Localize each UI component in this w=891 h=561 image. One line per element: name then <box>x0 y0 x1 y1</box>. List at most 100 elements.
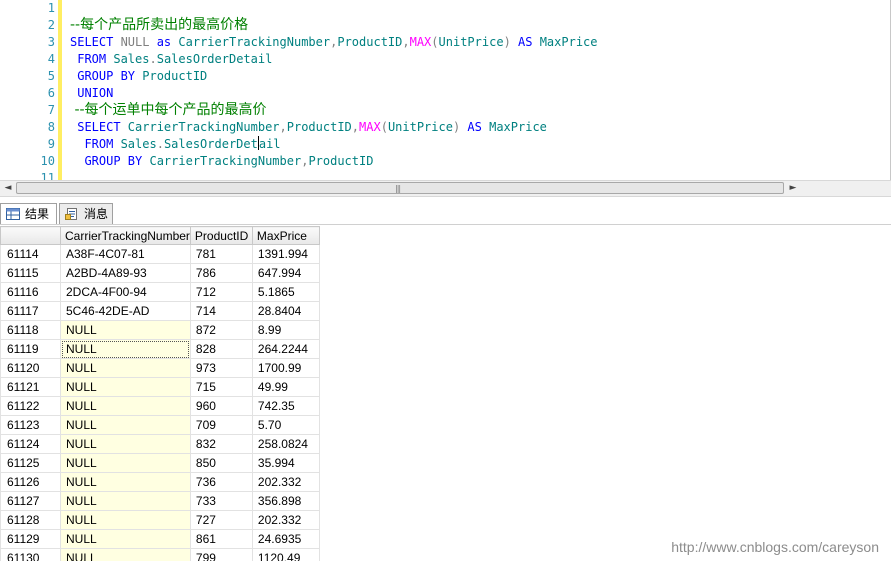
table-row[interactable]: 61124 NULL 832 258.0824 <box>0 434 320 454</box>
product-id-cell[interactable]: 973 <box>189 358 253 378</box>
table-row[interactable]: 61119 NULL 828 264.2244 <box>0 339 320 359</box>
row-number-cell[interactable]: 61118 <box>0 320 61 340</box>
max-price-cell[interactable]: 742.35 <box>251 396 320 416</box>
table-row[interactable]: 61129 NULL 861 24.6935 <box>0 529 320 549</box>
row-number-cell[interactable]: 61127 <box>0 491 61 511</box>
row-number-cell[interactable]: 61123 <box>0 415 61 435</box>
table-row[interactable]: 61115 A2BD-4A89-93 786 647.994 <box>0 263 320 283</box>
table-row[interactable]: 61117 5C46-42DE-AD 714 28.8404 <box>0 301 320 321</box>
product-id-cell[interactable]: 709 <box>189 415 253 435</box>
product-id-cell[interactable]: 828 <box>189 339 253 359</box>
carrier-tracking-number-cell[interactable]: NULL <box>60 415 191 435</box>
max-price-cell[interactable]: 264.2244 <box>251 339 320 359</box>
product-id-cell[interactable]: 861 <box>189 529 253 549</box>
carrier-tracking-number-cell[interactable]: NULL <box>60 491 191 511</box>
max-price-cell[interactable]: 647.994 <box>251 263 320 283</box>
table-row[interactable]: 61121 NULL 715 49.99 <box>0 377 320 397</box>
product-id-cell[interactable]: 781 <box>189 244 253 264</box>
carrier-tracking-number-cell[interactable]: 2DCA-4F00-94 <box>60 282 191 302</box>
table-row[interactable]: 61114 A38F-4C07-81 781 1391.994 <box>0 244 320 264</box>
carrier-tracking-number-cell[interactable]: NULL <box>60 320 191 340</box>
horizontal-scrollbar[interactable]: ◄ ||| ► <box>0 180 891 197</box>
product-id-cell[interactable]: 733 <box>189 491 253 511</box>
column-header-maxprice[interactable]: MaxPrice <box>251 226 320 245</box>
max-price-cell[interactable]: 258.0824 <box>251 434 320 454</box>
max-price-cell[interactable]: 5.70 <box>251 415 320 435</box>
row-number-cell[interactable]: 61121 <box>0 377 61 397</box>
carrier-tracking-number-cell[interactable]: NULL <box>60 529 191 549</box>
product-id-cell[interactable]: 786 <box>189 263 253 283</box>
max-price-cell[interactable]: 49.99 <box>251 377 320 397</box>
carrier-tracking-number-cell[interactable]: NULL <box>60 510 191 530</box>
table-row[interactable]: 61126 NULL 736 202.332 <box>0 472 320 492</box>
product-id-cell[interactable]: 960 <box>189 396 253 416</box>
row-number-header[interactable] <box>0 226 61 245</box>
carrier-tracking-number-cell[interactable]: 5C46-42DE-AD <box>60 301 191 321</box>
results-grid[interactable]: CarrierTrackingNumber ProductID MaxPrice… <box>0 226 891 561</box>
product-id-cell[interactable]: 799 <box>189 548 253 561</box>
carrier-tracking-number-cell[interactable]: NULL <box>60 396 191 416</box>
product-id-cell[interactable]: 872 <box>189 320 253 340</box>
carrier-tracking-number-cell[interactable]: A2BD-4A89-93 <box>60 263 191 283</box>
scrollbar-grip-icon: ||| <box>395 184 401 193</box>
max-price-cell[interactable]: 28.8404 <box>251 301 320 321</box>
table-row[interactable]: 61130 NULL 799 1120.49 <box>0 548 320 561</box>
max-price-cell[interactable]: 1120.49 <box>251 548 320 561</box>
carrier-tracking-number-cell[interactable]: NULL <box>60 434 191 454</box>
carrier-tracking-number-cell[interactable]: NULL <box>60 453 191 473</box>
table-row[interactable]: 61120 NULL 973 1700.99 <box>0 358 320 378</box>
tab-results[interactable]: 结果 <box>0 203 57 224</box>
scroll-right-arrow-icon[interactable]: ► <box>785 181 801 196</box>
row-number-cell[interactable]: 61120 <box>0 358 61 378</box>
max-price-cell[interactable]: 35.994 <box>251 453 320 473</box>
row-number-cell[interactable]: 61114 <box>0 244 61 264</box>
code-token: , <box>351 120 360 134</box>
column-header-carriertrackingnumber[interactable]: CarrierTrackingNumber <box>60 226 191 245</box>
row-number-cell[interactable]: 61115 <box>0 263 61 283</box>
table-row[interactable]: 61116 2DCA-4F00-94 712 5.1865 <box>0 282 320 302</box>
carrier-tracking-number-cell[interactable]: NULL <box>60 548 191 561</box>
table-row[interactable]: 61125 NULL 850 35.994 <box>0 453 320 473</box>
tab-messages[interactable]: 消息 <box>59 203 113 224</box>
table-row[interactable]: 61122 NULL 960 742.35 <box>0 396 320 416</box>
product-id-cell[interactable]: 712 <box>189 282 253 302</box>
product-id-cell[interactable]: 850 <box>189 453 253 473</box>
row-number-cell[interactable]: 61116 <box>0 282 61 302</box>
table-row[interactable]: 61118 NULL 872 8.99 <box>0 320 320 340</box>
row-number-cell[interactable]: 61126 <box>0 472 61 492</box>
row-number-cell[interactable]: 61122 <box>0 396 61 416</box>
row-number-cell[interactable]: 61130 <box>0 548 61 561</box>
max-price-cell[interactable]: 5.1865 <box>251 282 320 302</box>
row-number-cell[interactable]: 61124 <box>0 434 61 454</box>
max-price-cell[interactable]: 1391.994 <box>251 244 320 264</box>
carrier-tracking-number-cell[interactable]: NULL <box>60 339 191 359</box>
product-id-cell[interactable]: 714 <box>189 301 253 321</box>
sql-editor[interactable]: 1 2 3 4 5 6 7 8 9 10 11 --每个产品所卖出的最高价格 SELECT NULL … <box>0 0 891 180</box>
max-price-cell[interactable]: 356.898 <box>251 491 320 511</box>
product-id-cell[interactable]: 715 <box>189 377 253 397</box>
row-number-cell[interactable]: 61117 <box>0 301 61 321</box>
product-id-cell[interactable]: 832 <box>189 434 253 454</box>
carrier-tracking-number-cell[interactable]: A38F-4C07-81 <box>60 244 191 264</box>
row-number-cell[interactable]: 61119 <box>0 339 61 359</box>
carrier-tracking-number-cell[interactable]: NULL <box>60 472 191 492</box>
scrollbar-thumb[interactable]: ||| <box>16 182 784 194</box>
max-price-cell[interactable]: 24.6935 <box>251 529 320 549</box>
carrier-tracking-number-cell[interactable]: NULL <box>60 377 191 397</box>
product-id-cell[interactable]: 736 <box>189 472 253 492</box>
max-price-cell[interactable]: 202.332 <box>251 472 320 492</box>
column-header-productid[interactable]: ProductID <box>189 226 253 245</box>
line-number: 8 <box>47 120 55 134</box>
max-price-cell[interactable]: 202.332 <box>251 510 320 530</box>
table-row[interactable]: 61128 NULL 727 202.332 <box>0 510 320 530</box>
max-price-cell[interactable]: 8.99 <box>251 320 320 340</box>
table-row[interactable]: 61127 NULL 733 356.898 <box>0 491 320 511</box>
product-id-cell[interactable]: 727 <box>189 510 253 530</box>
carrier-tracking-number-cell[interactable]: NULL <box>60 358 191 378</box>
row-number-cell[interactable]: 61128 <box>0 510 61 530</box>
max-price-cell[interactable]: 1700.99 <box>251 358 320 378</box>
scroll-left-arrow-icon[interactable]: ◄ <box>0 181 16 196</box>
row-number-cell[interactable]: 61125 <box>0 453 61 473</box>
row-number-cell[interactable]: 61129 <box>0 529 61 549</box>
table-row[interactable]: 61123 NULL 709 5.70 <box>0 415 320 435</box>
